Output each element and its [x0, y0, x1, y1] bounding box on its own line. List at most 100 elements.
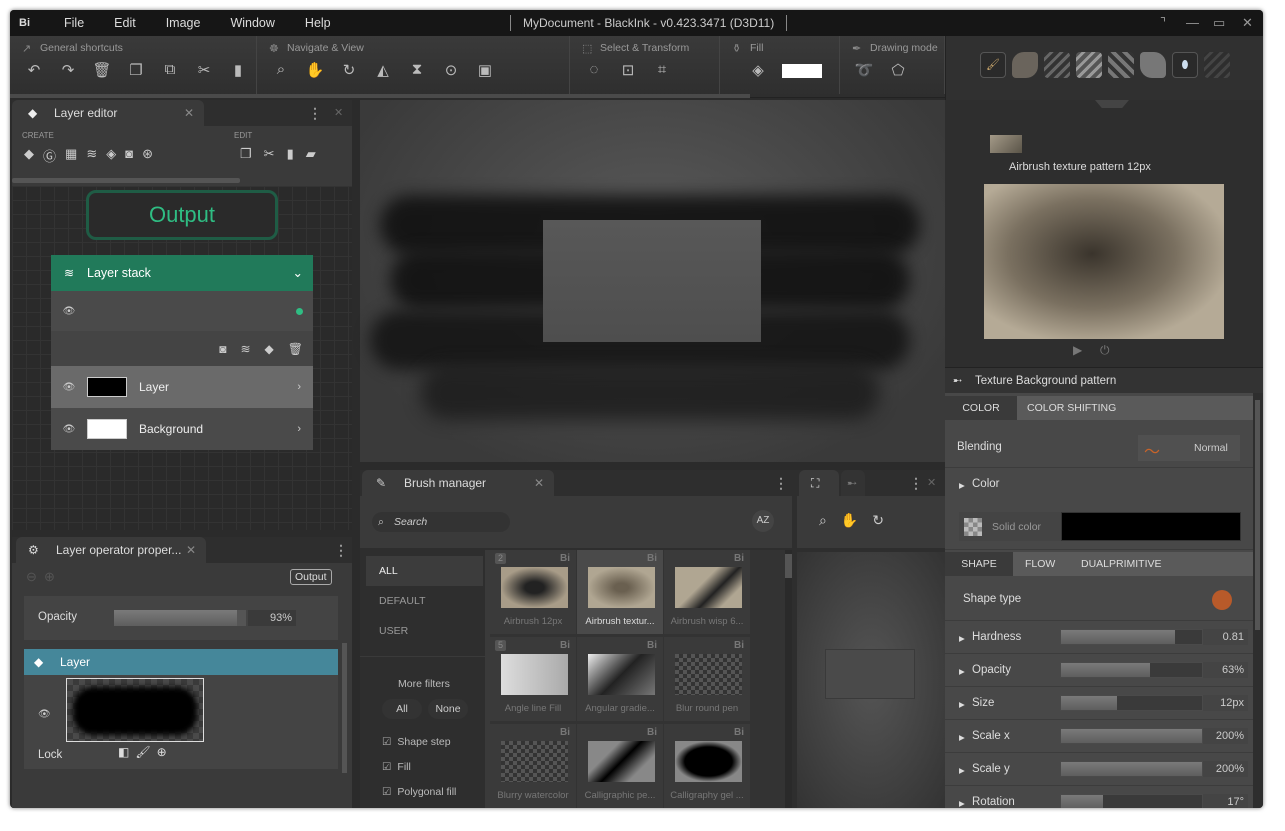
viewport-rectangle[interactable]: [825, 649, 915, 699]
collapse-toggle[interactable]: [1095, 100, 1129, 108]
paste-into-icon[interactable]: ▰: [306, 146, 316, 162]
brush-item[interactable]: Bi Airbrush wisp 6...: [664, 550, 750, 634]
play-icon[interactable]: ▶: [1073, 343, 1082, 357]
brush-preset-charcoal[interactable]: [1044, 52, 1070, 78]
add-filter-icon[interactable]: ⊛: [142, 146, 153, 165]
tab-color[interactable]: COLOR: [945, 396, 1017, 420]
tab-brush-manager[interactable]: ✎ Brush manager ✕: [362, 470, 554, 496]
tab-brush-preview[interactable]: ➸: [841, 470, 865, 496]
menu-window[interactable]: Window: [230, 16, 274, 30]
crop-icon[interactable]: ⌗: [652, 61, 672, 79]
transform-icon[interactable]: ⊡: [618, 61, 638, 79]
brush-preset-paintbrush-icon[interactable]: 🖌: [980, 52, 1006, 78]
brush-item[interactable]: Bi Airbrush textur...: [577, 550, 663, 634]
filter-none-button[interactable]: None: [428, 699, 468, 719]
chevron-right-icon[interactable]: ›: [297, 423, 301, 435]
blending-select[interactable]: 〜 Normal: [1138, 435, 1240, 461]
visibility-eye-icon[interactable]: 👁: [38, 709, 51, 720]
rotate-hand-icon[interactable]: ↻: [339, 61, 359, 79]
chevron-right-icon[interactable]: ›: [297, 381, 301, 393]
brush-preset-crosshatch[interactable]: [1108, 52, 1134, 78]
menu-file[interactable]: File: [64, 16, 84, 30]
tab-layer-operator-properties[interactable]: ⚙ Layer operator proper... ✕: [16, 537, 206, 563]
flip-horizontal-icon[interactable]: ◭: [373, 61, 393, 79]
shape-type-button[interactable]: [1212, 590, 1232, 610]
expand-arrow-icon[interactable]: ▸: [959, 664, 965, 678]
expand-arrow-icon[interactable]: ▸: [959, 478, 965, 492]
navigator-preview[interactable]: [797, 552, 945, 808]
lasso-select-icon[interactable]: ◌: [584, 61, 604, 79]
layer-row[interactable]: 👁 Background ›: [51, 408, 313, 450]
param-slider[interactable]: [1060, 728, 1203, 744]
zoom-icon[interactable]: ⌕: [271, 61, 291, 79]
forward-arrow-icon[interactable]: ⊕: [44, 569, 55, 585]
add-layer-icon[interactable]: ◆: [265, 342, 274, 356]
param-slider[interactable]: [1060, 662, 1203, 678]
add-group-icon[interactable]: Ⓖ: [43, 146, 56, 165]
stack-icon[interactable]: ≋: [240, 342, 250, 356]
panel-menu-icon[interactable]: ⋮: [909, 475, 923, 492]
undo-icon[interactable]: ↶: [24, 61, 44, 79]
mask-icon[interactable]: ◙: [219, 342, 226, 356]
chevron-down-icon[interactable]: ⌄: [293, 265, 303, 280]
expand-arrow-icon[interactable]: ▸: [959, 631, 965, 645]
copy-icon[interactable]: ❐: [126, 61, 146, 79]
layer-row[interactable]: 👁 Layer ›: [51, 366, 313, 408]
menu-help[interactable]: Help: [305, 16, 331, 30]
add-mask-icon[interactable]: ◙: [125, 146, 133, 165]
param-slider[interactable]: [1060, 695, 1203, 711]
panel-menu-icon[interactable]: ⋮: [774, 475, 788, 492]
tab-navigator[interactable]: ⛶: [799, 470, 839, 496]
visibility-eye-icon[interactable]: 👁: [51, 382, 87, 393]
visibility-eye-icon[interactable]: 👁: [51, 424, 87, 435]
brush-item[interactable]: Bi Calligraphy gel ...: [664, 724, 750, 808]
panel-menu-icon[interactable]: ⋮: [308, 105, 322, 122]
param-value[interactable]: 17°: [1203, 794, 1248, 808]
brush-item[interactable]: Bi Angular gradie...: [577, 637, 663, 721]
delete-icon[interactable]: 🗑: [288, 342, 303, 356]
brush-grid-scrollbar[interactable]: [785, 550, 792, 808]
param-slider[interactable]: [1060, 629, 1203, 645]
tab-shape[interactable]: SHAPE: [945, 552, 1013, 576]
filter-checkbox[interactable]: ☑ Polygonal fill: [382, 786, 456, 798]
lock-transparency-icon[interactable]: ◧: [118, 745, 129, 759]
param-value[interactable]: 200%: [1203, 728, 1248, 744]
expand-arrow-icon[interactable]: ▸: [959, 697, 965, 711]
maximize-button[interactable]: ▭: [1213, 15, 1225, 31]
tab-dualprimitive[interactable]: DUALPRIMITIVE: [1081, 552, 1162, 576]
fill-layer-icon[interactable]: ◈: [748, 61, 768, 79]
param-value[interactable]: 63%: [1203, 662, 1248, 678]
brush-preset-ink[interactable]: [1140, 52, 1166, 78]
expand-arrow-icon[interactable]: ▸: [959, 796, 965, 808]
lock-paint-icon[interactable]: 🖌: [135, 745, 150, 759]
close-window-button[interactable]: ✕: [1242, 15, 1253, 31]
brush-preset-flat[interactable]: [1012, 52, 1038, 78]
pin-window-icon[interactable]: ⌝: [1160, 15, 1166, 31]
duplicate-icon[interactable]: ⧉: [160, 61, 180, 79]
copy-icon[interactable]: ❐: [240, 146, 252, 162]
expand-arrow-icon[interactable]: ▸: [959, 730, 965, 744]
tab-layer-editor[interactable]: ◆ Layer editor ✕: [12, 100, 204, 126]
add-stack-icon[interactable]: ≋: [86, 146, 97, 165]
param-value[interactable]: 200%: [1203, 761, 1248, 777]
cut-icon[interactable]: ✂: [264, 146, 275, 162]
pan-hand-icon[interactable]: ✋: [305, 61, 325, 79]
trash-icon[interactable]: 🗑: [92, 61, 112, 79]
toolbar-scrollbar[interactable]: [10, 94, 750, 98]
redo-icon[interactable]: ↷: [58, 61, 78, 79]
filter-all-button[interactable]: All: [382, 699, 422, 719]
close-panel-icon[interactable]: ✕: [927, 476, 936, 489]
polygon-mode-icon[interactable]: ⬠: [888, 61, 908, 79]
expand-arrow-icon[interactable]: ▸: [959, 763, 965, 777]
output-button[interactable]: Output: [290, 569, 332, 585]
panel-menu-icon[interactable]: ⋮: [334, 542, 348, 559]
close-icon[interactable]: ✕: [534, 470, 544, 496]
output-node[interactable]: Output: [86, 190, 278, 240]
filter-checkbox[interactable]: ☑ Fill: [382, 761, 411, 773]
tab-flow[interactable]: FLOW: [1025, 552, 1055, 576]
zoom-target-icon[interactable]: ⊙: [441, 61, 461, 79]
param-value[interactable]: 12px: [1203, 695, 1248, 711]
brush-search-input[interactable]: ⌕ Search: [372, 512, 510, 532]
back-arrow-icon[interactable]: ⊖: [26, 569, 37, 585]
visibility-eye-icon[interactable]: 👁: [51, 306, 87, 317]
